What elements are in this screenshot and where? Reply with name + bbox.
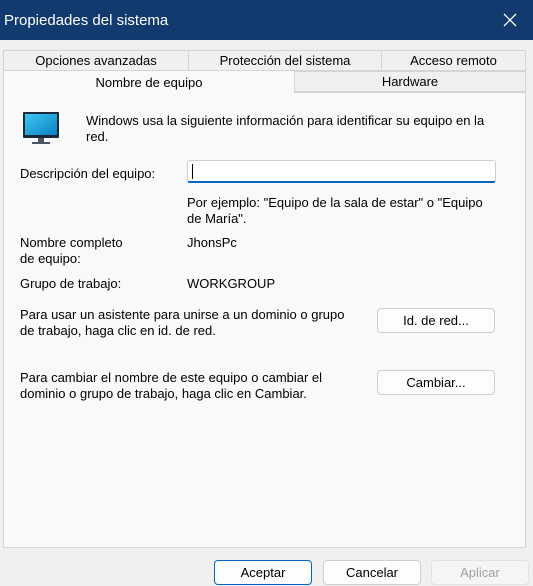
- close-icon: [503, 13, 517, 27]
- description-hint-line1: Por ejemplo: "Equipo de la sala de estar…: [187, 195, 483, 210]
- apply-button[interactable]: Aplicar: [431, 560, 529, 585]
- tab-computer-name[interactable]: Nombre de equipo: [3, 70, 295, 93]
- cancel-button[interactable]: Cancelar: [323, 560, 421, 585]
- title-bar: Propiedades del sistema: [0, 0, 533, 40]
- change-button[interactable]: Cambiar...: [377, 370, 495, 395]
- ok-button[interactable]: Aceptar: [214, 560, 312, 585]
- window-title: Propiedades del sistema: [4, 12, 169, 29]
- network-id-text-line1: Para usar un asistente para unirse a un …: [20, 307, 345, 322]
- tab-remote-access[interactable]: Acceso remoto: [381, 50, 526, 71]
- change-text-line2: dominio o grupo de trabajo, haga clic en…: [20, 386, 307, 401]
- monitor-icon: [23, 112, 59, 144]
- network-id-text-line2: de trabajo, haga clic en id. de red.: [20, 323, 216, 338]
- full-name-label-line2: de equipo:: [20, 251, 81, 266]
- description-hint-line2: de María".: [187, 211, 247, 226]
- full-name-label-line1: Nombre completo: [20, 235, 123, 250]
- full-name-value: JhonsPc: [187, 235, 237, 250]
- tab-hardware[interactable]: Hardware: [294, 71, 526, 92]
- tab-panel: Windows usa la siguiente información par…: [3, 92, 526, 548]
- text-caret: [192, 164, 193, 179]
- description-label: Descripción del equipo:: [20, 166, 156, 181]
- network-id-button[interactable]: Id. de red...: [377, 308, 495, 333]
- change-text-line1: Para cambiar el nombre de este equipo o …: [20, 370, 323, 385]
- close-button[interactable]: [487, 0, 533, 40]
- workgroup-label: Grupo de trabajo:: [20, 276, 122, 291]
- tab-system-protection[interactable]: Protección del sistema: [188, 50, 382, 71]
- info-text-line1: Windows usa la siguiente información par…: [86, 113, 485, 128]
- tab-advanced-options[interactable]: Opciones avanzadas: [3, 50, 189, 71]
- description-input[interactable]: [187, 160, 496, 183]
- info-text-line2: red.: [86, 129, 109, 144]
- dialog-body: Opciones avanzadas Protección del sistem…: [0, 40, 533, 586]
- workgroup-value: WORKGROUP: [187, 276, 276, 291]
